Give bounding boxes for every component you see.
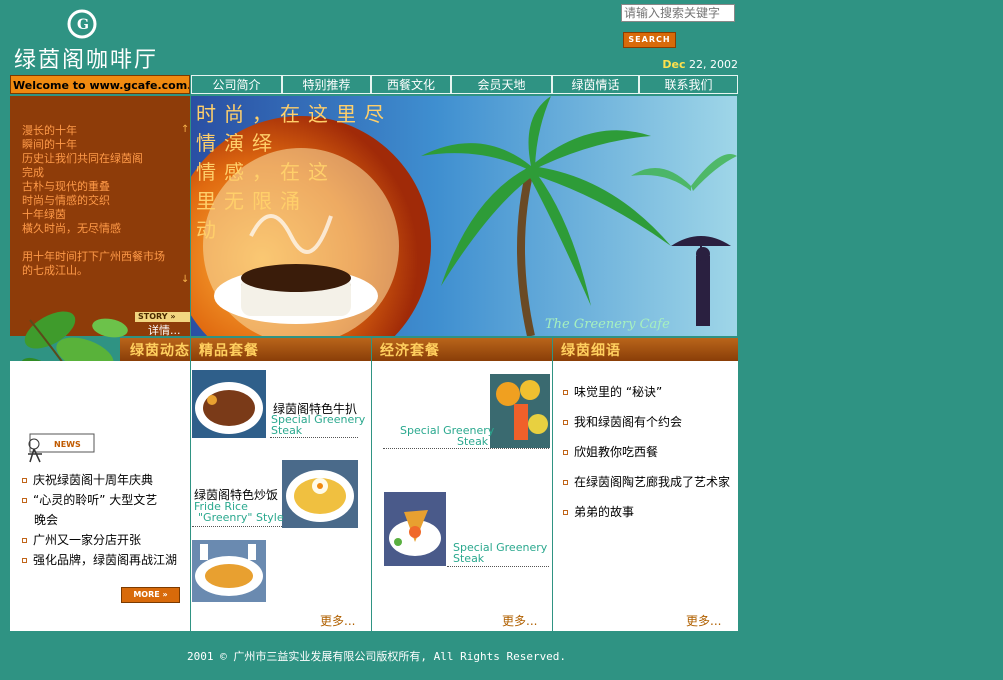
- nav-western-culture[interactable]: 西餐文化: [371, 75, 451, 94]
- divider: [447, 566, 549, 567]
- juice-image[interactable]: [490, 374, 550, 448]
- section-header-news: 绿茵动态: [120, 338, 190, 362]
- list-item[interactable]: 我和绿茵阁有个约会: [563, 407, 738, 437]
- divider: [192, 526, 282, 527]
- news-more-button[interactable]: MORE »: [121, 587, 180, 603]
- whisper-more-link[interactable]: 更多...: [686, 612, 721, 629]
- section-header-whisper: 绿茵细语: [553, 338, 738, 362]
- welcome-banner: Welcome to www.gcafe.com.cn: [10, 75, 190, 94]
- footer-copyright: 2001 © 广州市三益实业发展有限公司版权所有, All Rights Res…: [187, 650, 567, 663]
- search-input[interactable]: [621, 4, 735, 22]
- divider: [270, 437, 358, 438]
- whisper-list: 味觉里的 “秘诀” 我和绿茵阁有个约会 欣姐教你吃西餐 在绿茵阁陶艺廊我成了艺术…: [563, 377, 738, 527]
- banner-slogan: 时尚，在这里尽 情演绎 情感，在这 里无限涌 动: [196, 102, 392, 242]
- dish-sub: Steak: [271, 424, 303, 437]
- platter-image[interactable]: [192, 540, 266, 602]
- list-item[interactable]: 强化品牌，绿茵阁再战江湖: [22, 550, 190, 570]
- story-text: 漫长的十年 瞬间的十年 历史让我们共同在绿茵阁 完成 古朴与现代的重叠 时尚与情感的交织…: [22, 124, 165, 277]
- scroll-down-icon[interactable]: ↓: [181, 274, 189, 285]
- nav-greenery-talk[interactable]: 绿茵情话: [552, 75, 639, 94]
- nav-contact-us[interactable]: 联系我们: [639, 75, 738, 94]
- premium-more-link[interactable]: 更多...: [320, 612, 355, 629]
- story-more-link[interactable]: 详情...: [148, 322, 181, 338]
- list-item[interactable]: 弟弟的故事: [563, 497, 738, 527]
- list-item[interactable]: 庆祝绿茵阁十周年庆典: [22, 470, 190, 490]
- logo-mark-icon: G: [67, 9, 97, 39]
- svg-text:G: G: [77, 17, 89, 33]
- news-list: 庆祝绿茵阁十周年庆典 “心灵的聆听” 大型文艺 晚会 广州又一家分店开张 强化品…: [22, 470, 190, 570]
- banner-caption: The Greenery Cafe: [545, 317, 670, 332]
- search-button[interactable]: SEARCH: [623, 32, 676, 48]
- dish-sub: Steak: [453, 552, 485, 565]
- list-item[interactable]: 欣姐教你吃西餐: [563, 437, 738, 467]
- nav-company-intro[interactable]: 公司简介: [191, 75, 282, 94]
- steak-dish-image[interactable]: [192, 370, 266, 438]
- section-header-economy: 经济套餐: [372, 338, 552, 362]
- section-header-premium: 精品套餐: [191, 338, 371, 362]
- list-item[interactable]: 味觉里的 “秘诀”: [563, 377, 738, 407]
- list-item[interactable]: 广州又一家分店开张: [22, 530, 190, 550]
- list-item[interactable]: 在绿茵阁陶艺廊我成了艺术家: [563, 467, 738, 497]
- date-display: Dec 22, 2002: [662, 58, 738, 71]
- dish-sub: "Greenry" Style: [198, 511, 284, 524]
- svg-text:NEWS: NEWS: [54, 440, 81, 449]
- logo-text: 绿茵阁咖啡厅: [14, 48, 159, 73]
- scroll-up-icon[interactable]: ↑: [181, 124, 189, 135]
- economy-more-link[interactable]: 更多...: [502, 612, 537, 629]
- dish-sub: Steak: [457, 435, 489, 448]
- list-item[interactable]: 晚会: [22, 510, 190, 530]
- list-item[interactable]: “心灵的聆听” 大型文艺: [22, 490, 190, 510]
- news-badge-icon: NEWS: [28, 433, 95, 463]
- site-logo[interactable]: G 绿茵阁咖啡厅: [14, 6, 174, 74]
- nav-member-zone[interactable]: 会员天地: [451, 75, 552, 94]
- salad-image[interactable]: [384, 492, 446, 566]
- fried-rice-image[interactable]: [282, 460, 358, 528]
- divider: [383, 448, 549, 449]
- nav-special-recommend[interactable]: 特别推荐: [282, 75, 371, 94]
- story-tag: STORY »: [135, 312, 190, 322]
